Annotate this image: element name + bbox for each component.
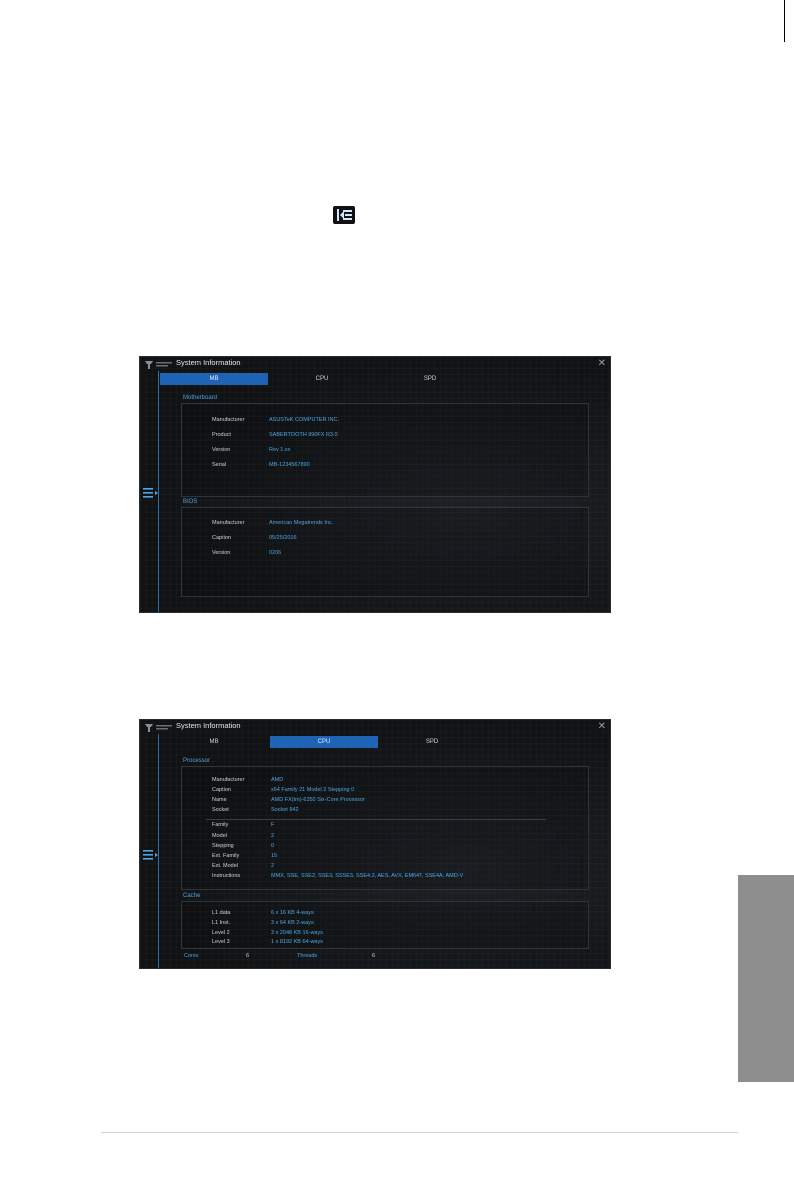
bios-manufacturer-label: Manufacturer [212, 520, 245, 526]
mb-serial-label: Serial [212, 462, 227, 468]
mb-version-value: Rev 1.xx [269, 447, 291, 453]
mb-serial-value: MB-1234567890 [269, 462, 310, 468]
menu-collapse-icon [333, 206, 355, 224]
window-title: System Information [176, 721, 241, 730]
cores-label: Cores [184, 953, 199, 959]
bios-version-label: Version [212, 550, 231, 556]
close-icon[interactable]: ✕ [598, 721, 606, 732]
tab-mb[interactable]: MB [160, 373, 268, 385]
cache-l1-data-value: 6 x 16 KB 4-ways [271, 910, 314, 916]
mb-manufacturer-label: Manufacturer [212, 417, 245, 423]
processor-divider [206, 819, 546, 820]
threads-label: Threads [297, 953, 318, 959]
cpu-instructions-value: MMX, SSE, SSE2, SSE3, SSSE3, SSE4.2, AES… [271, 873, 464, 879]
footer-rule [101, 1132, 738, 1133]
mb-version-label: Version [212, 447, 231, 453]
cpu-name-value: AMD FX(tm)-6350 Six-Core Processor [271, 797, 365, 803]
cache-level3-value: 1 x 8192 KB 64-ways [271, 939, 323, 945]
side-menu-icon[interactable] [143, 849, 158, 861]
tab-cpu[interactable]: CPU [270, 736, 378, 748]
system-information-cpu-screenshot: System Information ✕ MB CPU SPD Processo… [140, 720, 610, 968]
cache-l1-inst-label: L1 Inst. [212, 920, 231, 926]
cpu-stepping-value: 0 [271, 843, 275, 849]
bios-section-title: BIOS [183, 499, 198, 505]
cpu-caption-value: x64 Family 21 Model 2 Stepping 0 [271, 787, 355, 793]
cpu-caption-label: Caption [212, 787, 231, 793]
threads-value: 6 [372, 953, 376, 959]
top-crop-mark [784, 0, 785, 42]
cpu-name-label: Name [212, 797, 227, 803]
cpu-instructions-label: Instructions [212, 873, 241, 879]
cache-level2-label: Level 2 [212, 930, 230, 936]
cache-l1-inst-value: 3 x 64 KB 2-ways [271, 920, 314, 926]
cpu-ext-family-value: 15 [271, 853, 278, 859]
cpu-socket-label: Socket [212, 807, 229, 813]
window-title: System Information [176, 358, 241, 367]
bios-caption-value: 05/25/2016 [269, 535, 297, 541]
tab-mb[interactable]: MB [160, 736, 268, 748]
cores-value: 6 [246, 953, 250, 959]
mb-manufacturer-value: ASUSTeK COMPUTER INC. [269, 417, 339, 423]
cache-level3-label: Level 3 [212, 939, 230, 945]
cache-level2-value: 3 x 2048 KB 16-ways [271, 930, 323, 936]
left-rail-line [158, 734, 159, 968]
chapter-side-tab [738, 875, 794, 1082]
cpu-stepping-label: Stepping [212, 843, 234, 849]
left-rail-line [158, 371, 159, 612]
mb-product-value: SABERTOOTH 990FX R3.0 [269, 432, 338, 438]
cpu-family-label: Family [212, 822, 229, 828]
cpu-ext-model-label: Ext. Model [212, 863, 238, 869]
tuf-logo-icon [145, 724, 172, 732]
bios-caption-label: Caption [212, 535, 231, 541]
bios-version-value: 0206 [269, 550, 282, 556]
cache-section-title: Cache [183, 893, 201, 899]
tab-spd[interactable]: SPD [376, 373, 484, 385]
cpu-manufacturer-label: Manufacturer [212, 777, 245, 783]
motherboard-section-title: Motherboard [183, 395, 218, 401]
tab-bar: MB CPU SPD [160, 736, 590, 748]
cpu-ext-model-value: 2 [271, 863, 275, 869]
processor-section-title: Processor [183, 758, 211, 764]
tab-spd[interactable]: SPD [378, 736, 486, 748]
cpu-model-label: Model [212, 833, 227, 839]
window-titlebar: System Information ✕ [140, 357, 610, 371]
cache-panel: L1 data 6 x 16 KB 4-ways L1 Inst. 3 x 64… [181, 901, 589, 949]
close-icon[interactable]: ✕ [598, 358, 606, 369]
cpu-model-value: 2 [271, 833, 275, 839]
motherboard-panel: Manufacturer ASUSTeK COMPUTER INC. Produ… [181, 403, 589, 497]
cpu-socket-value: Socket 942 [271, 807, 299, 813]
cpu-ext-family-label: Ext. Family [212, 853, 240, 859]
side-menu-icon[interactable] [143, 487, 158, 499]
tab-bar: MB CPU SPD [160, 373, 590, 385]
tuf-logo-icon [145, 361, 172, 369]
window-titlebar: System Information ✕ [140, 720, 610, 734]
bios-manufacturer-value: American Megatrends Inc. [269, 520, 334, 526]
bios-panel: Manufacturer American Megatrends Inc. Ca… [181, 507, 589, 597]
processor-panel: Manufacturer AMD Caption x64 Family 21 M… [181, 766, 589, 890]
cpu-family-value: F [271, 822, 275, 828]
system-information-mb-screenshot: System Information ✕ MB CPU SPD Motherbo… [140, 357, 610, 612]
cache-l1-data-label: L1 data [212, 910, 231, 916]
cpu-manufacturer-value: AMD [271, 777, 284, 783]
mb-product-label: Product [212, 432, 231, 438]
tab-cpu[interactable]: CPU [268, 373, 376, 385]
